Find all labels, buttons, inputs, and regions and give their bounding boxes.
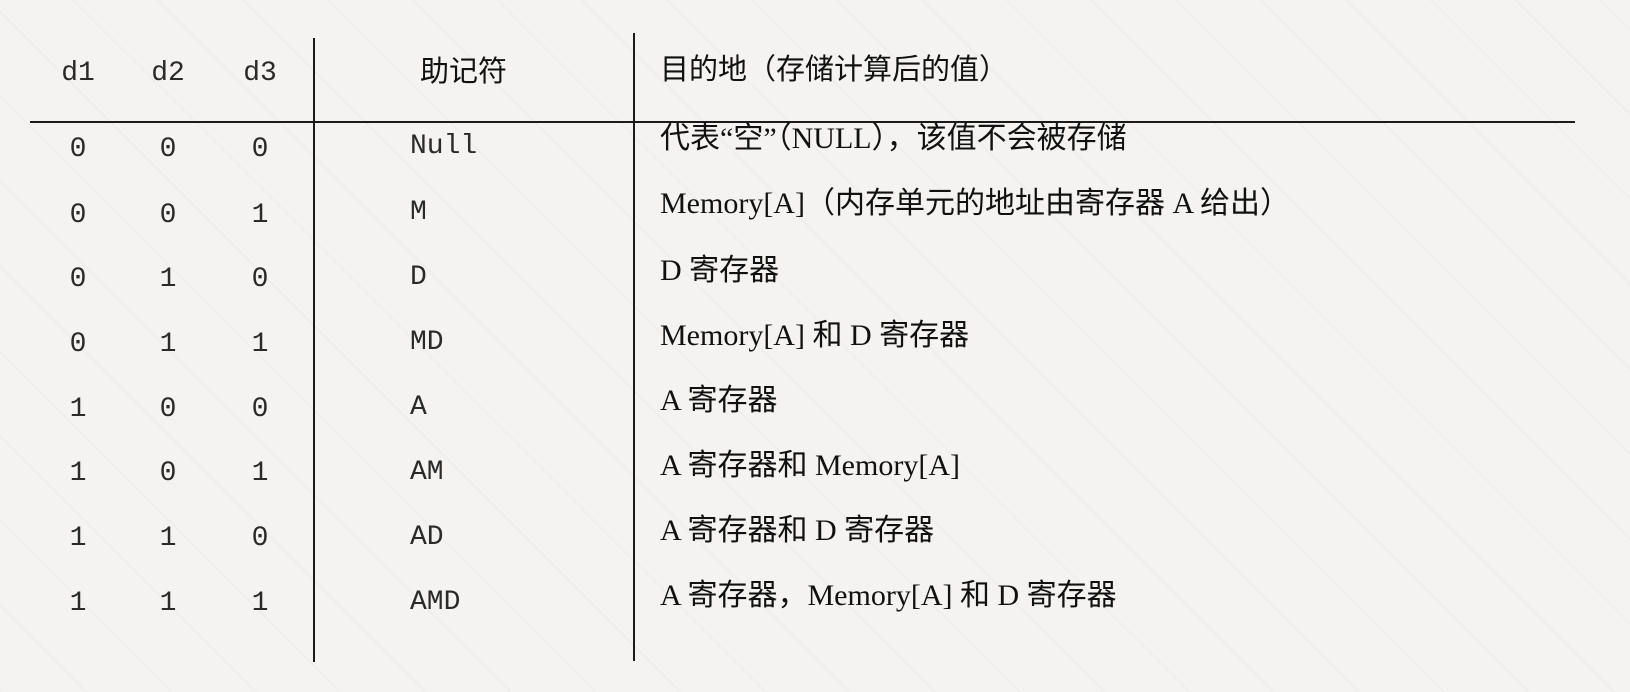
cell-d2: 1 (159, 329, 177, 360)
cell-mnemonic: AM (410, 457, 444, 488)
cell-destination: Memory[A] 和 D 寄存器 (660, 319, 970, 352)
header-mnemonic: 助记符 (420, 54, 508, 88)
header-d2: d2 (151, 58, 185, 89)
column-divider-left (313, 38, 315, 662)
cell-d1: 0 (69, 329, 87, 360)
cell-d3: 0 (251, 523, 269, 554)
header-d3: d3 (243, 58, 277, 89)
cell-d3: 1 (251, 329, 269, 360)
cell-destination: 代表“空”（NULL），该值不会被存储 (660, 122, 1127, 155)
cell-mnemonic: AMD (410, 587, 461, 618)
cell-destination: Memory[A]（内存单元的地址由寄存器 A 给出） (660, 187, 1290, 220)
cell-d2: 1 (159, 523, 177, 554)
cell-mnemonic: AD (410, 522, 444, 553)
cell-d1: 0 (69, 264, 87, 295)
header-d1: d1 (61, 58, 95, 89)
cell-d1: 1 (69, 588, 87, 619)
cell-mnemonic: D (410, 262, 427, 293)
cell-d2: 0 (159, 200, 177, 231)
cell-destination: A 寄存器，Memory[A] 和 D 寄存器 (660, 579, 1117, 612)
cell-destination: A 寄存器 (660, 384, 778, 417)
cell-d1: 1 (69, 523, 87, 554)
cell-d3: 0 (251, 134, 269, 165)
cell-d1: 1 (69, 394, 87, 425)
cell-d2: 0 (159, 134, 177, 165)
cell-d1: 0 (69, 134, 87, 165)
cell-mnemonic: Null (410, 131, 478, 162)
cell-d3: 1 (251, 588, 269, 619)
cell-mnemonic: MD (410, 327, 444, 358)
cell-d2: 0 (159, 458, 177, 489)
destination-table: d1 d2 d3 助记符 目的地（存储计算后的值） 0 0 0 Null 代表“… (0, 0, 1630, 692)
cell-destination: A 寄存器和 Memory[A] (660, 449, 960, 482)
column-divider-right (633, 33, 635, 661)
cell-d2: 1 (159, 588, 177, 619)
cell-d3: 1 (251, 458, 269, 489)
cell-d1: 1 (69, 458, 87, 489)
cell-destination: A 寄存器和 D 寄存器 (660, 514, 935, 547)
header-destination: 目的地（存储计算后的值） (660, 52, 1009, 86)
cell-mnemonic: M (410, 197, 427, 228)
cell-d3: 0 (251, 394, 269, 425)
cell-d2: 1 (159, 264, 177, 295)
cell-d3: 1 (251, 200, 269, 231)
cell-d1: 0 (69, 200, 87, 231)
cell-d2: 0 (159, 394, 177, 425)
cell-destination: D 寄存器 (660, 254, 780, 287)
cell-mnemonic: A (410, 392, 427, 423)
cell-d3: 0 (251, 264, 269, 295)
